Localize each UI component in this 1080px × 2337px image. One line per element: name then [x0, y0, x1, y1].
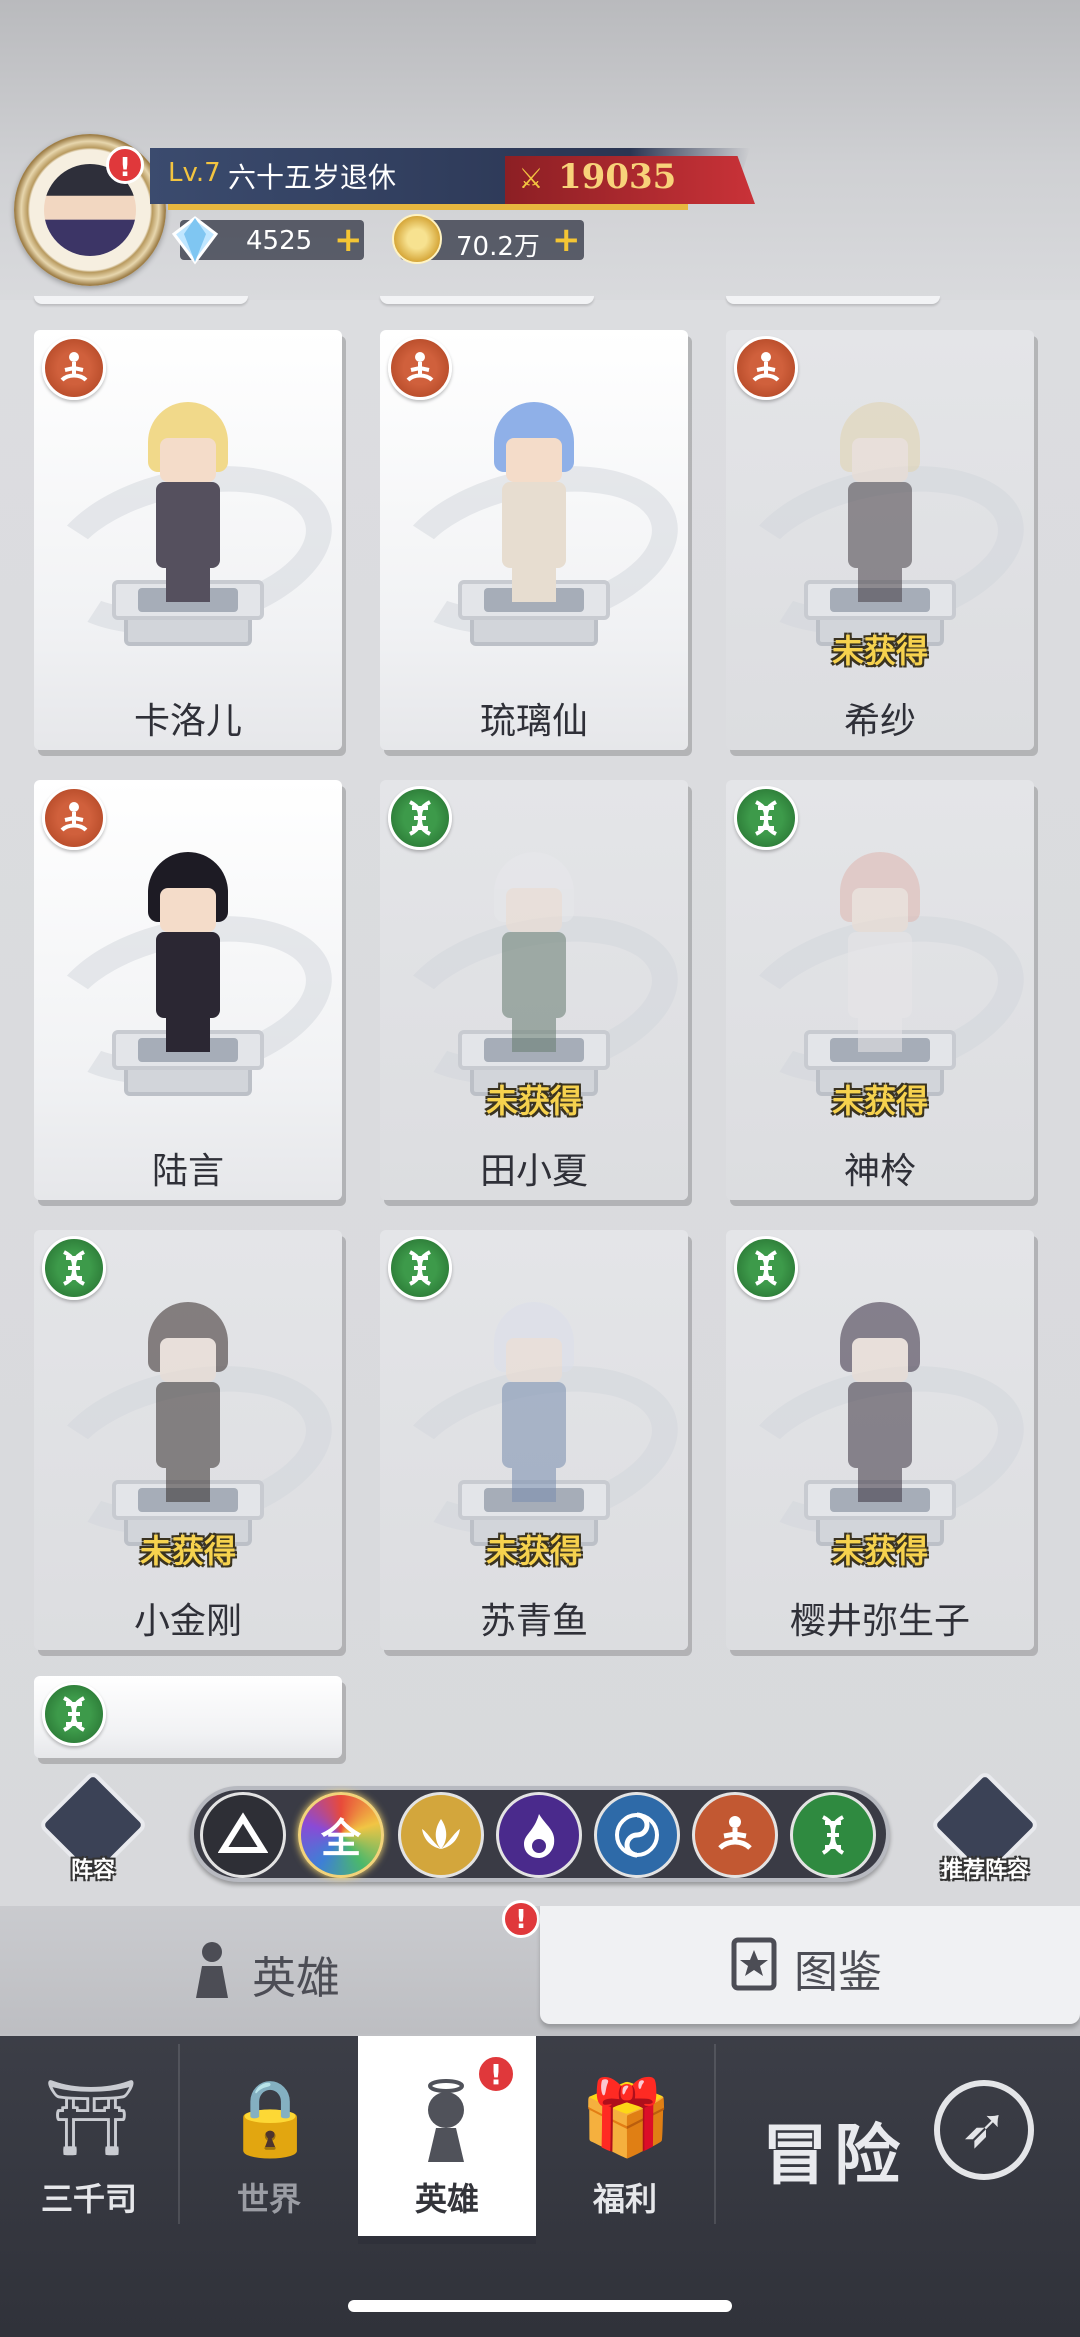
- hero-sprite: [820, 1302, 940, 1502]
- nav-sanqiansi[interactable]: ⛩ 三千司: [0, 2036, 178, 2244]
- not-obtained-tag: 未获得: [831, 632, 928, 670]
- tab-codex[interactable]: 图鉴: [540, 1906, 1080, 2024]
- add-diamond-button[interactable]: +: [334, 220, 363, 260]
- meditation-faction-icon: [388, 336, 452, 400]
- diamond-icon: [171, 216, 219, 265]
- hero-sprite: [820, 852, 940, 1052]
- hero-name: 琉璃仙: [479, 701, 588, 742]
- nav-world-label: 世界: [236, 2180, 301, 2218]
- gold-value: 70.2万: [456, 232, 540, 262]
- recommend-lineup-button[interactable]: 推荐阵容: [929, 1769, 1041, 1886]
- dna-faction-icon: [388, 786, 452, 850]
- filter-meditation-icon[interactable]: [692, 1792, 778, 1878]
- hero-name: 小金刚: [133, 1601, 242, 1642]
- nav-hero-label: 英雄: [414, 2180, 479, 2218]
- nav-hero-alert-badge: !: [476, 2054, 516, 2094]
- hero-name: 神柃: [843, 1151, 916, 1192]
- nav-welfare[interactable]: 🎁 福利: [536, 2036, 714, 2244]
- lineup-button[interactable]: 阵容: [37, 1769, 149, 1886]
- hero-card[interactable]: 未获得 希纱: [726, 330, 1034, 750]
- tab-hero-label: 英雄: [252, 1953, 340, 2004]
- nav-sanqiansi-label: 三千司: [40, 2180, 137, 2218]
- home-indicator: [348, 2300, 732, 2312]
- hero-sprite: [820, 402, 940, 602]
- hero-card[interactable]: 未获得 樱井弥生子: [726, 1230, 1034, 1650]
- nav-world[interactable]: 🔒 世界: [180, 2036, 358, 2244]
- gold-coin-icon: [392, 214, 442, 264]
- hero-name: 希纱: [843, 701, 916, 742]
- meditation-faction-icon: [42, 336, 106, 400]
- hero-card[interactable]: 未获得 小金刚: [34, 1230, 342, 1650]
- not-obtained-tag: 未获得: [831, 1532, 928, 1570]
- tab-alert-badge: !: [502, 1900, 540, 1938]
- dna-faction-icon: [42, 1236, 106, 1300]
- avatar-alert-badge: !: [106, 146, 144, 184]
- codex-book-icon: [731, 1937, 777, 1991]
- hero-silhouette-icon: [196, 1942, 228, 1998]
- partial-card: [726, 296, 940, 304]
- filter-lotus-icon[interactable]: [398, 1792, 484, 1878]
- player-name: 六十五岁退休: [228, 161, 397, 194]
- temple-icon: ⛩: [44, 2075, 138, 2161]
- compass-icon[interactable]: ➶: [934, 2080, 1034, 2180]
- hero-name: 田小夏: [479, 1151, 588, 1192]
- not-obtained-tag: 未获得: [485, 1532, 582, 1570]
- not-obtained-tag: 未获得: [831, 1082, 928, 1120]
- not-obtained-tag: 未获得: [485, 1082, 582, 1120]
- meditation-faction-icon: [734, 336, 798, 400]
- hero-card[interactable]: 未获得 苏青鱼: [380, 1230, 688, 1650]
- filter-dna-icon[interactable]: [790, 1792, 876, 1878]
- hero-sprite: [128, 1302, 248, 1502]
- hero-card[interactable]: 卡洛儿: [34, 330, 342, 750]
- tab-hero[interactable]: 英雄: [0, 1906, 540, 2034]
- partial-card: [380, 296, 594, 304]
- filter-triangle-icon[interactable]: [200, 1792, 286, 1878]
- hero-name: 陆言: [151, 1151, 224, 1192]
- dna-faction-icon: [734, 786, 798, 850]
- lineup-label: 阵容: [70, 1858, 115, 1883]
- hero-name: 苏青鱼: [479, 1601, 588, 1642]
- hero-card[interactable]: 琉璃仙: [380, 330, 688, 750]
- filter-all-button[interactable]: 全: [298, 1792, 384, 1878]
- filter-swirl-icon[interactable]: [594, 1792, 680, 1878]
- not-obtained-tag: 未获得: [139, 1532, 236, 1570]
- hero-sprite: [128, 852, 248, 1052]
- lock-icon: 🔒: [224, 2075, 317, 2161]
- dna-faction-icon: [734, 1236, 798, 1300]
- nav-adventure[interactable]: 冒险: [762, 2102, 906, 2198]
- dna-faction-icon: [388, 1236, 452, 1300]
- hero-card-partial[interactable]: [34, 1676, 342, 1758]
- combat-power-value: 19035: [558, 157, 677, 197]
- add-gold-button[interactable]: +: [552, 220, 581, 260]
- nav-welfare-label: 福利: [592, 2180, 657, 2218]
- diamond-value: 4525: [246, 226, 313, 256]
- hero-card[interactable]: 未获得 神柃: [726, 780, 1034, 1200]
- hero-card[interactable]: 陆言: [34, 780, 342, 1200]
- hero-sprite: [474, 402, 594, 602]
- recommend-lineup-label: 推荐阵容: [940, 1858, 1029, 1883]
- hero-sprite: [474, 1302, 594, 1502]
- filter-flame-icon[interactable]: [496, 1792, 582, 1878]
- player-level: Lv.7: [168, 158, 221, 188]
- dna-faction-icon: [42, 1682, 106, 1746]
- hero-sprite: [128, 402, 248, 602]
- combat-power-icon: ⚔: [518, 162, 544, 195]
- gift-box-icon: 🎁: [580, 2075, 673, 2161]
- hero-sprite: [474, 852, 594, 1052]
- meditation-faction-icon: [42, 786, 106, 850]
- exp-bar: [168, 204, 688, 210]
- nav-divider: [714, 2044, 716, 2224]
- hero-name: 卡洛儿: [133, 701, 242, 742]
- tab-codex-label: 图鉴: [794, 1947, 882, 1998]
- hero-name: 樱井弥生子: [789, 1601, 970, 1642]
- player-avatar[interactable]: [14, 134, 166, 286]
- partial-card: [34, 296, 248, 304]
- hero-card[interactable]: 未获得 田小夏: [380, 780, 688, 1200]
